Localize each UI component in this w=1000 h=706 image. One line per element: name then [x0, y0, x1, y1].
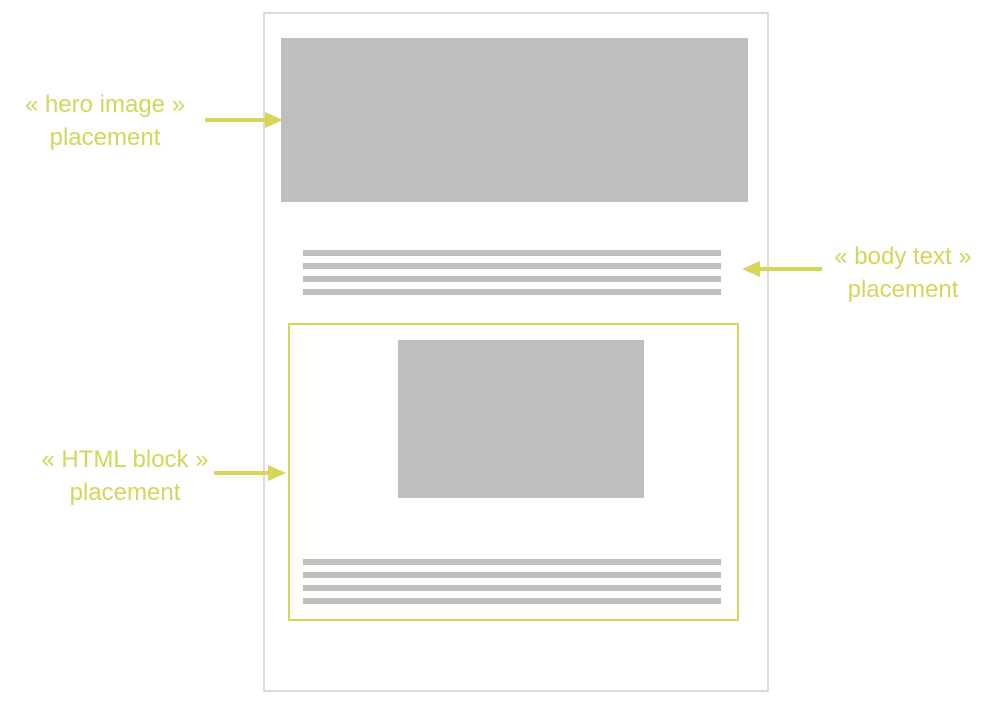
body-arrow-icon: [742, 261, 822, 277]
hero-image-callout: « hero image » placement: [10, 88, 200, 154]
html-block-text-placeholder: [303, 559, 721, 611]
html-callout-subtitle: placement: [69, 479, 181, 506]
text-line: [303, 559, 721, 565]
body-text-placeholder: [303, 250, 721, 302]
text-line: [303, 598, 721, 604]
text-line: [303, 276, 721, 282]
html-callout-title: « HTML block »: [41, 446, 209, 473]
text-line: [303, 263, 721, 269]
html-block-image-placeholder: [398, 340, 644, 498]
hero-image-placeholder: [281, 38, 748, 202]
body-callout-subtitle: placement: [847, 276, 959, 303]
html-block-callout: « HTML block » placement: [30, 443, 220, 509]
text-line: [303, 572, 721, 578]
hero-callout-subtitle: placement: [49, 124, 161, 151]
text-line: [303, 585, 721, 591]
hero-arrow-icon: [205, 112, 283, 128]
hero-callout-title: « hero image »: [24, 91, 186, 118]
text-line: [303, 289, 721, 295]
html-block-arrow-icon: [214, 465, 286, 481]
text-line: [303, 250, 721, 256]
body-callout-title: « body text »: [834, 243, 972, 270]
body-text-callout: « body text » placement: [808, 240, 998, 306]
